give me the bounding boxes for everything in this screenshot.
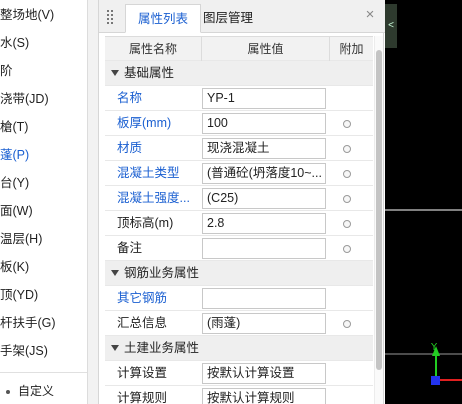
- property-row: 混凝土类型 (普通砼(坍落度10~...: [105, 161, 373, 186]
- header-name: 属性名称: [105, 37, 202, 61]
- property-value-field[interactable]: [202, 238, 326, 259]
- menu-item[interactable]: 温层(H): [0, 228, 42, 250]
- menu-item[interactable]: 蓬(P): [0, 144, 29, 166]
- menu-divider: [0, 372, 87, 373]
- property-row: 计算设置 按默认计算设置: [105, 361, 373, 386]
- tab-layer-management[interactable]: 图层管理: [191, 4, 265, 33]
- property-name: 混凝土强度...: [117, 191, 190, 205]
- menu-item[interactable]: 面(W): [0, 200, 33, 222]
- property-name: 混凝土类型: [117, 166, 180, 180]
- group-title: 钢筋业务属性: [124, 266, 200, 280]
- bullet-icon: [6, 390, 10, 394]
- property-value-field[interactable]: 现浇混凝土: [202, 138, 326, 159]
- property-name: 顶标高(m): [117, 216, 174, 230]
- header-value: 属性值: [202, 37, 330, 61]
- property-name: 板厚(mm): [117, 116, 172, 130]
- group-title: 土建业务属性: [124, 341, 200, 355]
- group-title: 基础属性: [124, 66, 175, 80]
- attach-checkbox[interactable]: [343, 220, 351, 228]
- attach-checkbox[interactable]: [343, 170, 351, 178]
- menu-item[interactable]: 杆扶手(G): [0, 312, 56, 334]
- property-row: 材质 现浇混凝土: [105, 136, 373, 161]
- menu-item[interactable]: 台(Y): [0, 172, 29, 194]
- property-row: 其它钢筋: [105, 286, 373, 311]
- grid-header: 属性名称 属性值 附加: [105, 36, 373, 61]
- property-name: 材质: [117, 141, 143, 155]
- property-row: 板厚(mm) 100: [105, 111, 373, 136]
- viewport-canvas: Y: [385, 209, 462, 385]
- scrollbar-thumb[interactable]: [376, 50, 382, 370]
- property-value-field[interactable]: 100: [202, 113, 326, 134]
- property-value-field[interactable]: 按默认计算规则: [202, 388, 326, 404]
- collapse-triangle-icon[interactable]: [111, 270, 119, 276]
- property-value-field[interactable]: (C25): [202, 188, 326, 209]
- menu-item[interactable]: 浇带(JD): [0, 88, 49, 110]
- property-name: 备注: [117, 241, 143, 255]
- attach-checkbox[interactable]: [343, 120, 351, 128]
- property-value-field[interactable]: YP-1: [202, 88, 326, 109]
- tab-property-list[interactable]: 属性列表: [125, 4, 202, 33]
- menu-item[interactable]: 槍(T): [0, 116, 28, 138]
- drag-grip-icon[interactable]: [107, 10, 115, 24]
- property-value-field[interactable]: 按默认计算设置: [202, 363, 326, 384]
- group-row[interactable]: 基础属性: [105, 61, 373, 86]
- collapse-triangle-icon[interactable]: [111, 345, 119, 351]
- property-row: 计算规则 按默认计算规则: [105, 386, 373, 404]
- attach-checkbox[interactable]: [343, 245, 351, 253]
- menu-item[interactable]: 整场地(V): [0, 4, 54, 26]
- property-name: 汇总信息: [117, 316, 168, 330]
- origin-marker: [431, 376, 440, 385]
- property-name: 其它钢筋: [117, 291, 168, 305]
- property-row: 备注: [105, 236, 373, 261]
- properties-panel: 属性列表 图层管理 × 属性名称 属性值 附加 基础属性 名称 YP-1 板厚(mm)…: [98, 0, 385, 404]
- menu-item[interactable]: 顶(YD): [0, 284, 38, 306]
- property-row: 混凝土强度... (C25): [105, 186, 373, 211]
- group-row[interactable]: 土建业务属性: [105, 336, 373, 361]
- property-value-field[interactable]: 2.8: [202, 213, 326, 234]
- menu-item[interactable]: 阶: [0, 60, 13, 82]
- property-row: 名称 YP-1: [105, 86, 373, 111]
- menu-item[interactable]: 水(S): [0, 32, 29, 54]
- group-row[interactable]: 钢筋业务属性: [105, 261, 373, 286]
- menu-item[interactable]: 板(K): [0, 256, 29, 278]
- panel-tabbar: 属性列表 图层管理 ×: [99, 0, 385, 33]
- property-name: 计算设置: [117, 366, 168, 380]
- attach-checkbox[interactable]: [343, 320, 351, 328]
- property-value-field[interactable]: (普通砼(坍落度10~...: [202, 163, 326, 184]
- vertical-scrollbar[interactable]: [374, 36, 383, 404]
- left-menu: 整场地(V) 水(S) 阶浇带(JD) 槍(T) 蓬(P) 台(Y) 面(W) 温层(H) 板(…: [0, 0, 88, 404]
- property-value-field[interactable]: (雨蓬): [202, 313, 326, 334]
- property-value-field[interactable]: [202, 288, 326, 309]
- close-icon[interactable]: ×: [363, 7, 377, 22]
- collapse-triangle-icon[interactable]: [111, 70, 119, 76]
- attach-checkbox[interactable]: [343, 195, 351, 203]
- menu-item[interactable]: 手架(JS): [0, 340, 48, 362]
- splitter[interactable]: [88, 0, 98, 404]
- property-row: 顶标高(m) 2.8: [105, 211, 373, 236]
- y-axis-label: Y: [430, 342, 438, 353]
- property-name: 名称: [117, 91, 143, 105]
- attach-checkbox[interactable]: [343, 145, 351, 153]
- drawing-viewport[interactable]: < Y: [385, 0, 462, 404]
- header-extra: 附加: [339, 42, 364, 56]
- property-row: 汇总信息 (雨蓬): [105, 311, 373, 336]
- custom-menu-label: 自定义: [18, 384, 55, 398]
- custom-menu-item[interactable]: 自定义: [0, 378, 87, 404]
- property-name: 计算规则: [117, 391, 168, 404]
